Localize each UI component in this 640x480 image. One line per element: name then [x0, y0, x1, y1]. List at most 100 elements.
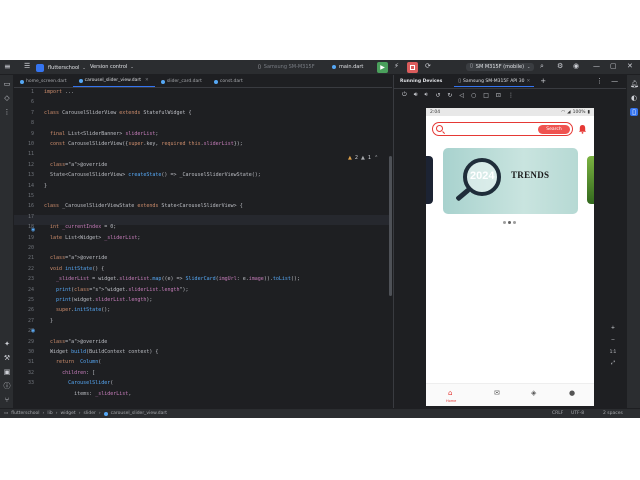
main-menu-icon[interactable]: ☰	[24, 63, 30, 70]
line-ending-indicator[interactable]: CRLF	[552, 411, 563, 416]
more-options-icon[interactable]: ⋮	[596, 78, 603, 85]
tab-carousel-slider-view[interactable]: carousel_slider_view.dart ✕	[72, 76, 155, 87]
code-line: _sliderList = widget.sliderList.map((e) …	[56, 276, 300, 283]
running-device-pill[interactable]: ▯ SM M315F (mobile) ⌄	[466, 62, 535, 71]
code-line: print(widget.sliderList.length);	[56, 297, 153, 303]
line-number: 9	[30, 130, 34, 137]
line-number: 13	[27, 172, 34, 179]
next-slide-peek	[587, 156, 594, 204]
code-line: print(class="s">"widget.sliderList.lengt…	[56, 286, 189, 293]
minimize-icon[interactable]: —	[593, 63, 600, 70]
code-line: }	[44, 317, 54, 324]
tab-home-screen[interactable]: home_screen.dart	[14, 77, 73, 87]
editor-tabs: home_screen.dart carousel_slider_view.da…	[14, 76, 392, 88]
encoding-indicator[interactable]: UTF-8	[571, 411, 584, 416]
tab-slider-card[interactable]: slider_card.dart	[155, 77, 208, 87]
banner-title: TRENDS	[511, 170, 550, 180]
android-studio-window: ≡ ☰ flutterschool ⌄ Version control ⌄ ▯ …	[0, 60, 640, 418]
overview-icon[interactable]: □	[483, 92, 489, 99]
carousel-slider[interactable]: 2024 TRENDS	[426, 148, 594, 218]
breadcrumb-item[interactable]: carousel_slider_view.dart	[111, 411, 167, 416]
back-icon[interactable]: ◁	[459, 92, 464, 99]
account-icon[interactable]: ◉	[573, 63, 579, 70]
devtools-icon[interactable]: ✦	[3, 340, 11, 348]
version-control-menu[interactable]: Version control ⌄	[90, 64, 134, 70]
weak-warning-icon: ▲	[361, 155, 365, 161]
editor-scrollbar[interactable]	[389, 156, 392, 296]
maximize-icon[interactable]: ▢	[610, 63, 617, 70]
add-device-icon[interactable]: +	[540, 78, 546, 85]
volume-up-icon[interactable]: 🔊︎	[414, 91, 418, 99]
tab-const[interactable]: const.dart	[208, 77, 249, 87]
breadcrumb-item[interactable]: lib	[47, 411, 52, 416]
search-bar[interactable]: Search	[432, 122, 573, 136]
phone-icon: ▯	[458, 77, 462, 84]
project-selector[interactable]: flutterschool ⌄	[36, 63, 86, 72]
indent-indicator[interactable]: 2 spaces	[603, 411, 623, 416]
mail-nav-icon[interactable]: ✉	[494, 389, 500, 397]
search-icon[interactable]: ⌕	[540, 63, 544, 70]
search-button[interactable]: Search	[538, 124, 570, 134]
hamburger-menu-icon[interactable]: ≡	[4, 63, 11, 71]
browse-nav-icon[interactable]: ◈	[531, 389, 536, 397]
profile-nav-icon[interactable]: ●	[569, 389, 575, 397]
device-tab[interactable]: ▯ Samsung SM-M315F API 30 ✕	[454, 77, 535, 87]
more-icon[interactable]: ⋮	[508, 92, 514, 99]
phone-screen[interactable]: 2:04 ◠ ◢ 100% ▮ Search 2024 TRENDS ⌂ Hom…	[426, 108, 594, 406]
override-marker-icon[interactable]: ◉	[31, 227, 35, 233]
status-bar: ▭ flutterschool › lib › widget › slider …	[0, 408, 640, 418]
phone-icon: ▯	[258, 63, 261, 70]
zoom-in-icon[interactable]: +	[602, 325, 624, 331]
breadcrumb-item[interactable]: widget	[61, 411, 76, 416]
inspection-widget[interactable]: ▲ 2 ▲ 1 ⌃	[348, 155, 378, 161]
folder-icon[interactable]: ▭	[3, 80, 11, 88]
gradle-icon[interactable]: ◐	[630, 94, 638, 102]
code-line: State<CarouselSliderView> createState() …	[44, 172, 261, 179]
settings-gear-icon[interactable]: ⚙	[557, 63, 563, 70]
power-icon[interactable]: ⏻	[402, 91, 407, 99]
code-line: late List<Widget> _sliderList;	[50, 234, 141, 241]
zoom-fit-icon[interactable]: ⤢	[602, 360, 624, 366]
carousel-dot[interactable]	[513, 221, 516, 224]
hide-panel-icon[interactable]: —	[611, 78, 618, 85]
terminal-icon[interactable]: ▣	[3, 368, 11, 376]
volume-down-icon[interactable]: 🔉︎	[425, 91, 429, 99]
stop-button[interactable]	[407, 62, 418, 73]
build-icon[interactable]: ⚒	[3, 354, 11, 362]
rotate-right-icon[interactable]: ↻	[447, 92, 452, 99]
home-icon[interactable]: ○	[471, 92, 476, 99]
zoom-out-icon[interactable]: −	[602, 337, 624, 343]
dart-icon	[78, 78, 83, 83]
override-marker-icon[interactable]: ◉	[31, 328, 35, 334]
notification-bell-icon[interactable]	[578, 124, 587, 134]
notifications-icon[interactable]: 🔔︎	[630, 80, 639, 88]
screenshot-icon[interactable]: ⊡	[496, 92, 501, 99]
problems-icon[interactable]: ⓘ	[3, 382, 11, 390]
line-number: 19	[27, 234, 34, 241]
device-selector[interactable]: ▯ Samsung SM-M315F	[258, 64, 315, 70]
magnifier-handle	[455, 187, 471, 202]
run-button[interactable]: ▶	[377, 62, 388, 73]
close-icon[interactable]: ✕	[527, 79, 531, 84]
git-icon[interactable]: ⑂	[3, 396, 11, 404]
code-editor[interactable]: import ... class CarouselSliderView exten…	[44, 89, 389, 407]
carousel-dot[interactable]	[503, 221, 506, 224]
carousel-indicator	[503, 221, 516, 224]
restart-icon[interactable]: ⟳	[425, 63, 431, 70]
run-config-selector[interactable]: main.dart	[332, 64, 363, 70]
slider-card[interactable]: 2024 TRENDS	[443, 148, 578, 214]
zoom-actual-size[interactable]: 1:1	[602, 349, 624, 354]
structure-icon[interactable]: ⋮	[3, 108, 11, 116]
breadcrumb-item[interactable]: flutterschool	[11, 411, 39, 416]
close-icon[interactable]: ✕	[145, 78, 149, 83]
running-devices-icon[interactable]: ▯	[630, 108, 638, 116]
line-number: 12	[27, 161, 34, 168]
commit-icon[interactable]: ◇	[3, 94, 11, 102]
rotate-left-icon[interactable]: ↺	[435, 92, 440, 99]
close-icon[interactable]: ✕	[627, 63, 633, 70]
breadcrumb-item[interactable]: slider	[84, 411, 96, 416]
tab-label: carousel_slider_view.dart	[84, 78, 142, 83]
carousel-dot[interactable]	[508, 221, 511, 224]
home-nav-icon[interactable]: ⌂	[448, 389, 452, 397]
hot-reload-icon[interactable]: ⚡	[394, 63, 399, 70]
